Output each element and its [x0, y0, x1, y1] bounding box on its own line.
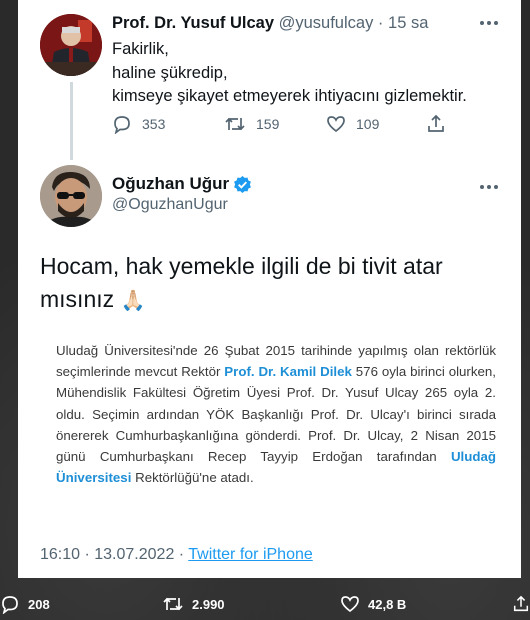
quoted-author-avatar[interactable]	[40, 14, 102, 76]
separator-dot: ·	[377, 14, 384, 32]
quoted-author-name[interactable]: Prof. Dr. Yusuf Ulcay	[112, 14, 274, 32]
reply-count: 208	[28, 596, 50, 612]
reply-icon	[114, 116, 130, 134]
more-options-icon[interactable]	[478, 176, 500, 198]
thread-connector-line	[70, 82, 73, 160]
reply-button[interactable]: 208	[0, 594, 50, 614]
like-count: 109	[356, 116, 380, 132]
like-count: 42,8 B	[368, 596, 407, 612]
tweet-text-line: Hocam, hak yemekle ilgili de bi tivit at…	[40, 253, 443, 279]
quoted-text-line: Fakirlik,	[112, 40, 169, 58]
share-button[interactable]	[512, 594, 530, 614]
praying-hands-emoji: 🙏🏻	[120, 290, 146, 312]
quoted-tweet-time[interactable]: 15 sa	[388, 14, 428, 32]
retweet-icon	[163, 597, 183, 611]
reply-icon	[2, 596, 18, 614]
tweet-source-link[interactable]: Twitter for iPhone	[188, 546, 313, 563]
quoted-author-handle[interactable]: @yusufulcay	[279, 14, 374, 32]
news-clipping-image[interactable]: Uludağ Üniversitesi'nde 26 Şubat 2015 ta…	[56, 340, 496, 488]
tweet-text-line: mısınız	[40, 286, 115, 312]
tweet-timestamp-row: 16:10 · 13.07.2022 · Twitter for iPhone	[40, 546, 313, 564]
retweet-button[interactable]: 2.990	[162, 594, 225, 614]
screenshot-card: Prof. Dr. Yusuf Ulcay @yusufulcay · 15 s…	[18, 0, 521, 578]
like-button[interactable]: 109	[326, 114, 379, 134]
quoted-tweet-actions: 353 159 109	[112, 114, 444, 136]
retweet-count: 159	[256, 116, 280, 132]
tweet-text: Hocam, hak yemekle ilgili de bi tivit at…	[40, 250, 510, 318]
reply-button[interactable]: 353	[112, 114, 165, 134]
author-name[interactable]: Oğuzhan Uğur	[112, 174, 229, 194]
heart-icon	[327, 116, 345, 133]
quoted-tweet-text: Fakirlik, haline şükredip, kimseye şikay…	[112, 38, 467, 109]
retweet-icon	[225, 117, 245, 131]
like-button[interactable]: 42,8 B	[340, 594, 406, 614]
share-button[interactable]	[426, 114, 446, 134]
verified-badge-icon	[234, 175, 251, 193]
tweet-text-line-2: mısınız 🙏🏻	[40, 283, 510, 318]
retweet-count: 2.990	[192, 596, 225, 612]
heart-icon	[341, 596, 359, 613]
more-options-icon[interactable]	[478, 12, 500, 34]
author-name-row: Oğuzhan Uğur	[112, 174, 252, 194]
clipping-link-kamil-dilek: Prof. Dr. Kamil Dilek	[224, 364, 352, 380]
quoted-text-line: haline şükredip,	[112, 63, 228, 82]
quoted-tweet-header: Prof. Dr. Yusuf Ulcay @yusufulcay · 15 s…	[112, 14, 428, 33]
retweet-button[interactable]: 159	[224, 114, 279, 134]
clipping-text: Rektörlüğü'ne atadı.	[131, 470, 254, 486]
reply-count: 353	[142, 116, 166, 132]
share-icon	[513, 595, 529, 612]
quoted-text-line: kimseye şikayet etmeyerek ihtiyacını giz…	[112, 87, 467, 105]
share-icon	[428, 114, 444, 132]
tweet-timestamp[interactable]: 16:10 · 13.07.2022 ·	[40, 546, 188, 563]
post-stats-bar: 208 2.990 42,8 B	[0, 588, 530, 620]
author-avatar[interactable]	[40, 165, 102, 227]
author-handle[interactable]: @OguzhanUgur	[112, 196, 228, 214]
